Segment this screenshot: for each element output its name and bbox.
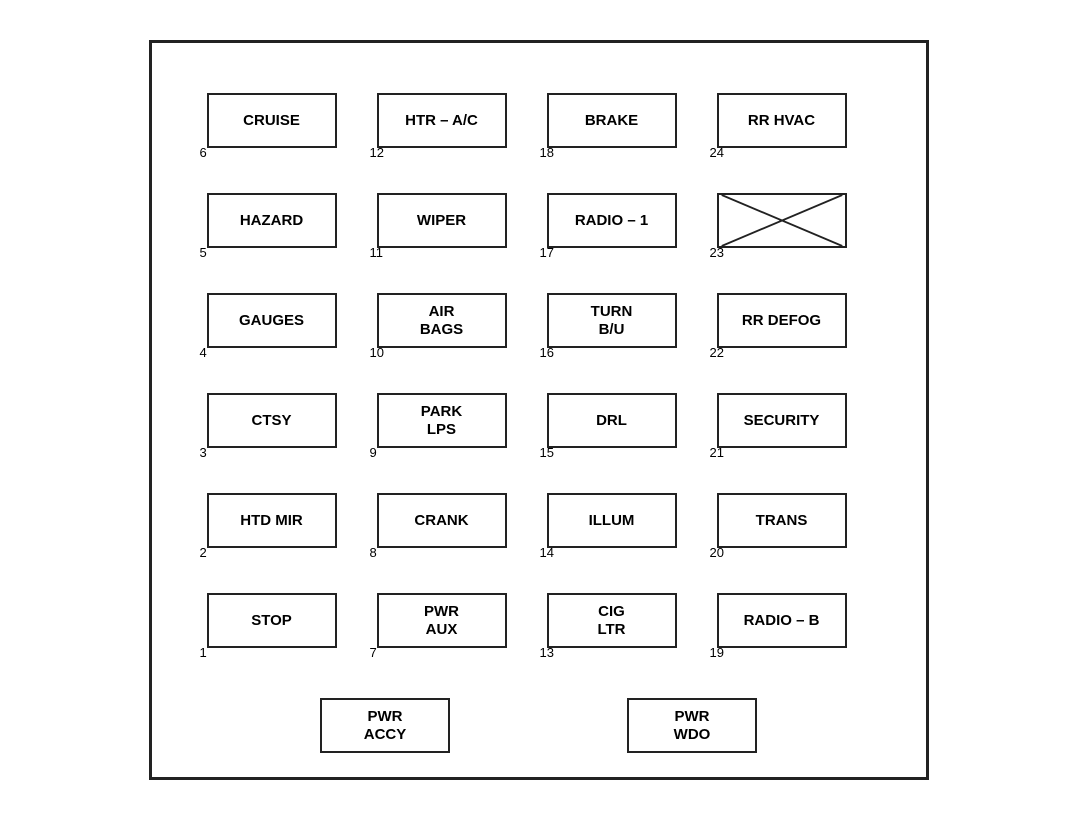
cell-cig-ltr: CIGLTR 13 [532,573,692,668]
fuse-gauges: GAUGES [207,293,337,348]
fuse-number-ctsy: 3 [200,445,207,460]
fuse-number-stop: 1 [200,645,207,660]
cell-ctsy: CTSY 3 [192,373,352,468]
fuse-brake: BRAKE [547,93,677,148]
fuse-number-illum: 14 [540,545,554,560]
x-lines-icon [719,195,845,246]
fuse-rr-hvac: RR HVAC [717,93,847,148]
cell-brake: BRAKE 18 [532,73,692,168]
fuse-number-htr-ac: 12 [370,145,384,160]
fuse-number-htd-mir: 2 [200,545,207,560]
cell-blank: 23 [702,173,862,268]
cell-hazard: HAZARD 5 [192,173,352,268]
fuse-number-drl: 15 [540,445,554,460]
cell-gauges: GAUGES 4 [192,273,352,368]
fuse-number-security: 21 [710,445,724,460]
fuse-radio-b: RADIO – B [717,593,847,648]
cell-trans: TRANS 20 [702,473,862,568]
cell-pwr-accy: PWRACCY [305,698,465,753]
cell-radio-1: RADIO – 1 17 [532,173,692,268]
fuse-air-bags: AIRBAGS [377,293,507,348]
cell-security: SECURITY 21 [702,373,862,468]
fuse-grid: CRUISE 6 HTR – A/C 12 BRAKE 18 RR HVAC 2… [152,43,926,693]
cell-cruise: CRUISE 6 [192,73,352,168]
cell-htr-ac: HTR – A/C 12 [362,73,522,168]
cell-htd-mir: HTD MIR 2 [192,473,352,568]
fuse-number-park-lps: 9 [370,445,377,460]
fuse-number-hazard: 5 [200,245,207,260]
fuse-number-rr-defog: 22 [710,345,724,360]
fuse-drl: DRL [547,393,677,448]
fuse-number-gauges: 4 [200,345,207,360]
fuse-number-cruise: 6 [200,145,207,160]
fuse-crank: CRANK [377,493,507,548]
cell-rr-defog: RR DEFOG 22 [702,273,862,368]
fuse-wiper: WIPER [377,193,507,248]
cell-stop: STOP 1 [192,573,352,668]
fuse-pwr-aux: PWRAUX [377,593,507,648]
fuse-number-pwr-aux: 7 [370,645,377,660]
bottom-fuse-row: PWRACCY PWRWDO [152,698,926,753]
cell-illum: ILLUM 14 [532,473,692,568]
fuse-ctsy: CTSY [207,393,337,448]
fuse-htd-mir: HTD MIR [207,493,337,548]
fuse-stop: STOP [207,593,337,648]
fuse-pwr-accy: PWRACCY [320,698,450,753]
fuse-illum: ILLUM [547,493,677,548]
cell-turn-bu: TURNB/U 16 [532,273,692,368]
fuse-number-radio-1: 17 [540,245,554,260]
fuse-number-blank: 23 [710,245,724,260]
cell-pwr-wdo: PWRWDO [612,698,772,753]
fuse-number-rr-hvac: 24 [710,145,724,160]
fuse-htr-ac: HTR – A/C [377,93,507,148]
fuse-park-lps: PARKLPS [377,393,507,448]
cell-park-lps: PARKLPS 9 [362,373,522,468]
cell-rr-hvac: RR HVAC 24 [702,73,862,168]
cell-wiper: WIPER 11 [362,173,522,268]
fuse-cig-ltr: CIGLTR [547,593,677,648]
fuse-number-radio-b: 19 [710,645,724,660]
fuse-rr-defog: RR DEFOG [717,293,847,348]
fuse-number-cig-ltr: 13 [540,645,554,660]
fuse-number-air-bags: 10 [370,345,384,360]
fuse-diagram: CRUISE 6 HTR – A/C 12 BRAKE 18 RR HVAC 2… [149,40,929,780]
fuse-number-turn-bu: 16 [540,345,554,360]
fuse-number-wiper: 11 [370,245,384,260]
fuse-number-crank: 8 [370,545,377,560]
fuse-number-trans: 20 [710,545,724,560]
fuse-radio-1: RADIO – 1 [547,193,677,248]
fuse-turn-bu: TURNB/U [547,293,677,348]
cell-pwr-aux: PWRAUX 7 [362,573,522,668]
fuse-pwr-wdo: PWRWDO [627,698,757,753]
fuse-security: SECURITY [717,393,847,448]
fuse-trans: TRANS [717,493,847,548]
cell-radio-b: RADIO – B 19 [702,573,862,668]
fuse-cruise: CRUISE [207,93,337,148]
fuse-number-brake: 18 [540,145,554,160]
cell-air-bags: AIRBAGS 10 [362,273,522,368]
fuse-blank-xbox [717,193,847,248]
cell-crank: CRANK 8 [362,473,522,568]
cell-drl: DRL 15 [532,373,692,468]
fuse-hazard: HAZARD [207,193,337,248]
